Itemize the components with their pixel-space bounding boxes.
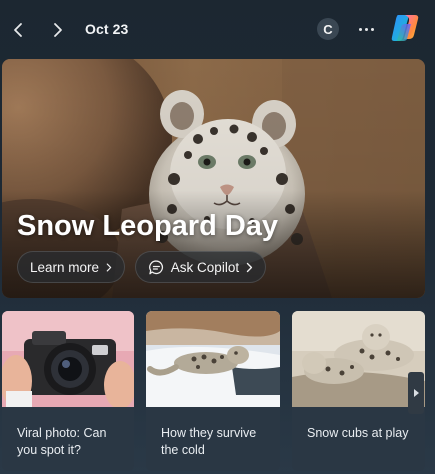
forward-button[interactable] [46, 16, 70, 44]
card-thumbnail [2, 311, 134, 407]
date-label: Oct 23 [85, 21, 129, 37]
copilot-logo-icon[interactable] [389, 13, 421, 43]
more-dot [370, 27, 374, 31]
scroll-right-button[interactable] [408, 372, 424, 414]
more-button[interactable] [354, 18, 378, 40]
more-dot [358, 27, 362, 31]
ask-copilot-button[interactable]: Ask Copilot [135, 251, 266, 283]
top-bar: Oct 23 C [0, 0, 435, 58]
card-caption: Snow cubs at play [307, 426, 409, 440]
chevron-left-icon [14, 23, 22, 37]
chevron-right-icon [54, 23, 62, 37]
card-thumbnail [146, 311, 280, 407]
learn-more-label: Learn more [30, 259, 100, 275]
snow-leopard-cubs-image [292, 311, 425, 407]
story-card[interactable]: Snow cubs at play [292, 311, 425, 471]
card-caption: Viral photo: Can you spot it? [17, 426, 107, 457]
card-thumbnail [292, 311, 425, 407]
more-dot [364, 27, 368, 31]
caret-right-icon [413, 389, 419, 397]
avatar[interactable]: C [317, 18, 339, 40]
learn-more-button[interactable]: Learn more [17, 251, 125, 283]
hero-card[interactable]: Snow Leopard Day Learn more Ask Copilot [2, 59, 425, 298]
chevron-right-icon [106, 263, 112, 271]
camera-photo-image [2, 311, 134, 407]
copilot-daily-panel: Oct 23 C Snow Leopard Day Learn more Ask… [0, 0, 435, 474]
snow-leopard-snow-image [146, 311, 280, 407]
hero-title: Snow Leopard Day [17, 210, 279, 242]
chevron-right-icon [246, 262, 253, 272]
back-button[interactable] [6, 16, 30, 44]
story-card[interactable]: How they survive the cold [146, 311, 280, 471]
chat-bubble-icon [149, 259, 164, 274]
ask-copilot-label: Ask Copilot [170, 259, 240, 275]
story-card[interactable]: Viral photo: Can you spot it? [2, 311, 134, 471]
card-caption: How they survive the cold [161, 426, 257, 457]
